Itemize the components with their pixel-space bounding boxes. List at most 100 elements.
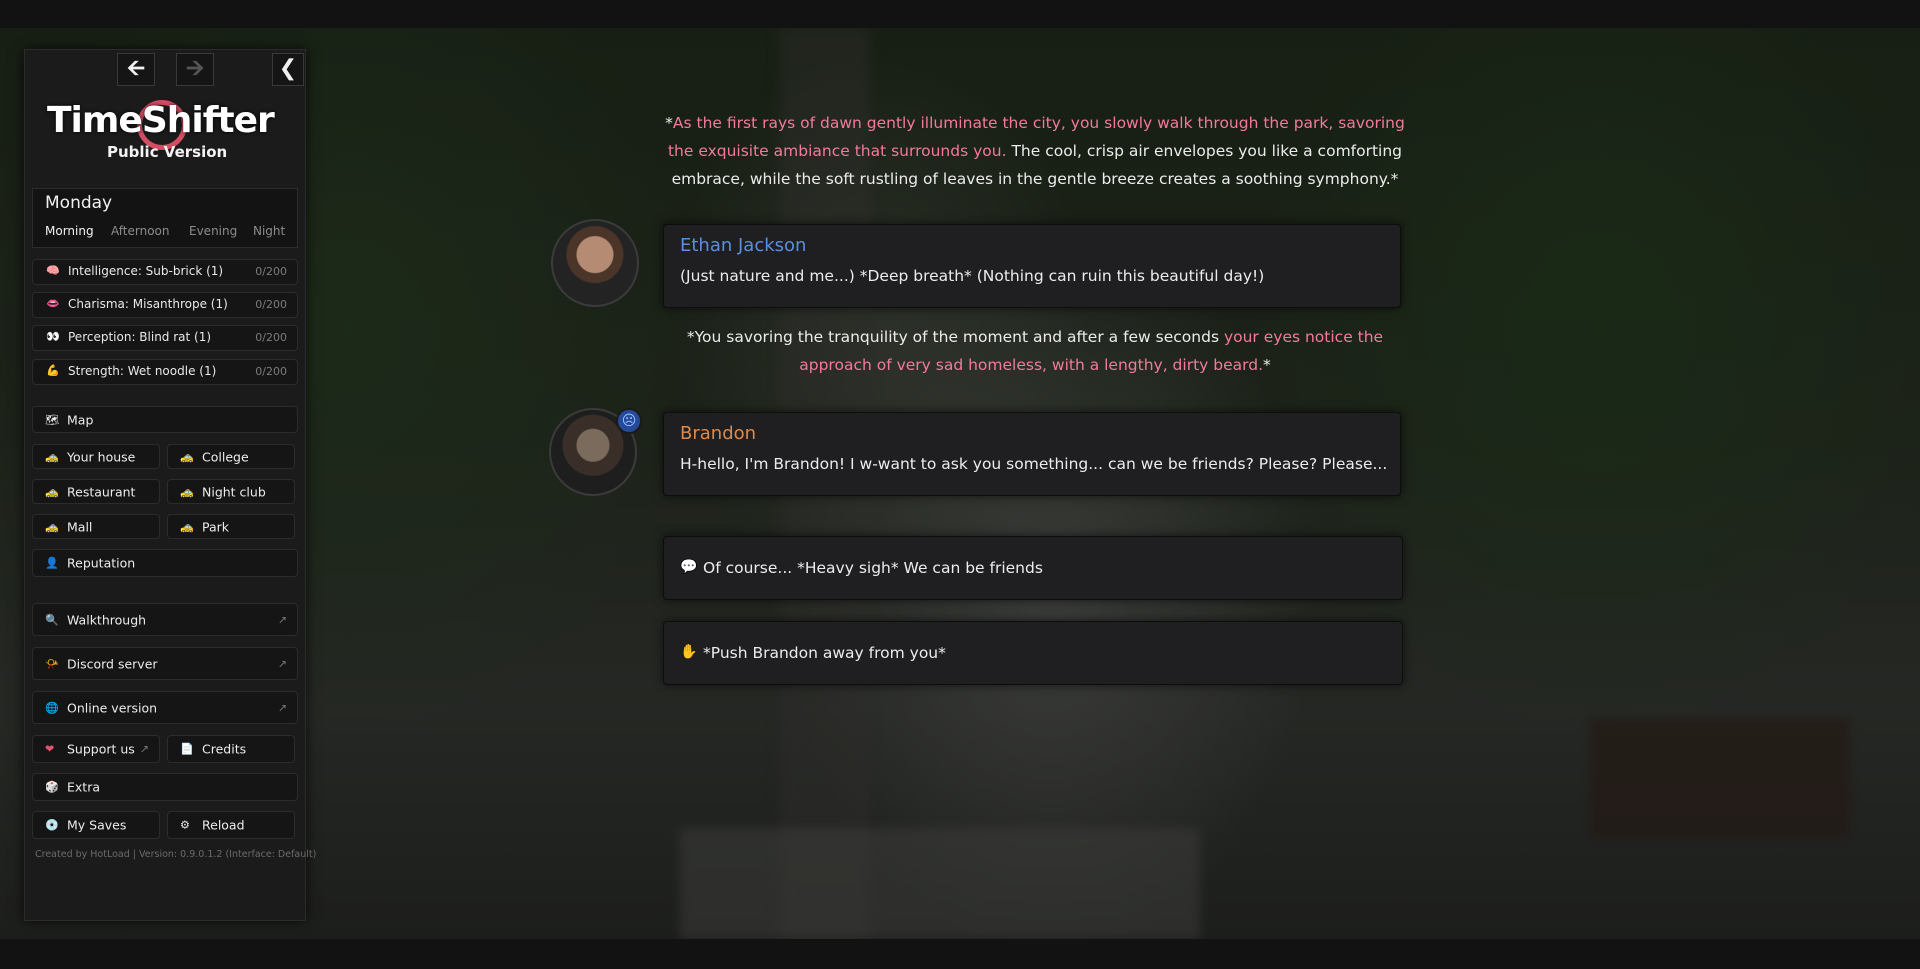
version-footer: Created by HotLoad | Version: 0.9.0.1.2 … xyxy=(35,849,317,860)
magnifier-icon: 🔍 xyxy=(45,613,59,626)
time-evening: Evening xyxy=(189,224,238,238)
my-saves-button[interactable]: 💿 My Saves xyxy=(32,811,160,839)
location-night-club[interactable]: 🚕 Night club xyxy=(167,479,295,504)
location-your-house[interactable]: 🚕 Your house xyxy=(32,444,160,469)
narration-2: *You savoring the tranquility of the mom… xyxy=(660,323,1410,379)
location-restaurant[interactable]: 🚕 Restaurant xyxy=(32,479,160,504)
narration-1: *As the first rays of dawn gently illumi… xyxy=(660,109,1410,193)
back-button[interactable]: 🡨 xyxy=(117,53,155,86)
map-button[interactable]: 🗺 Map xyxy=(32,406,298,433)
taxi-icon: 🚕 xyxy=(180,450,194,463)
stat-value: 0/200 xyxy=(255,298,287,311)
choice-accept-friendship[interactable]: 💬 Of course... *Heavy sigh* We can be fr… xyxy=(663,536,1403,600)
stat-label: Charisma: Misanthrope (1) xyxy=(68,297,228,311)
reputation-label: Reputation xyxy=(67,555,136,571)
person-icon: 👤 xyxy=(45,556,59,570)
map-label: Map xyxy=(67,412,94,427)
speaker-name: Brandon xyxy=(680,423,757,444)
dialog-brandon: Brandon H-hello, I'm Brandon! I w-want t… xyxy=(663,412,1401,496)
flexed-arm-icon: 💪 xyxy=(46,364,60,377)
raised-hand-icon: ✋ xyxy=(680,644,698,660)
forward-button[interactable]: 🡪 xyxy=(176,53,214,86)
sad-face-icon: ☹ xyxy=(616,408,642,434)
support-label: Support us xyxy=(67,741,135,757)
stat-value: 0/200 xyxy=(255,331,287,344)
online-version-link[interactable]: 🌐 Online version ↗ xyxy=(32,691,298,724)
brain-icon: 🧠 xyxy=(46,264,60,277)
taxi-icon: 🚕 xyxy=(45,485,59,498)
reload-label: Reload xyxy=(202,817,245,833)
reload-button[interactable]: ⚙ Reload xyxy=(167,811,295,839)
stat-label: Intelligence: Sub-brick (1) xyxy=(68,264,224,278)
ethan-avatar xyxy=(551,219,639,307)
narration-text: * xyxy=(1263,356,1271,374)
speaker-name: Ethan Jackson xyxy=(680,235,807,256)
heart-icon: ❤ xyxy=(45,742,55,756)
credits-button[interactable]: 📄 Credits xyxy=(167,735,295,763)
extra-button[interactable]: 🎲 Extra xyxy=(32,773,298,801)
taxi-icon: 🚕 xyxy=(180,485,194,498)
document-icon: 📄 xyxy=(180,742,194,756)
time-night: Night xyxy=(253,224,286,238)
external-link-icon: ↗ xyxy=(139,742,149,756)
dialog-text: H-hello, I'm Brandon! I w-want to ask yo… xyxy=(680,455,1388,473)
narration-text: *You savoring the tranquility of the mom… xyxy=(686,328,1224,346)
chevron-left-icon: ❮ xyxy=(278,56,298,81)
sidebar: 🡨 🡪 ❮ TimeShifter Public Version Monday … xyxy=(24,49,316,921)
support-us-link[interactable]: ❤ Support us ↗ xyxy=(32,735,160,763)
stat-intelligence[interactable]: 🧠 Intelligence: Sub-brick (1) 0/200 xyxy=(32,259,298,285)
time-afternoon: Afternoon xyxy=(111,224,170,238)
stat-perception[interactable]: 👀 Perception: Blind rat (1) 0/200 xyxy=(32,325,298,351)
eyes-icon: 👀 xyxy=(46,330,60,343)
collapse-sidebar-button[interactable]: ❮ xyxy=(272,53,304,86)
location-label: Your house xyxy=(67,449,136,464)
location-label: Restaurant xyxy=(67,484,136,499)
stat-strength[interactable]: 💪 Strength: Wet noodle (1) 0/200 xyxy=(32,359,298,385)
taxi-icon: 🚕 xyxy=(45,520,59,533)
stat-label: Perception: Blind rat (1) xyxy=(68,330,212,344)
bottom-bar xyxy=(0,939,1920,969)
game-logo-subtitle: Public Version xyxy=(107,143,228,161)
dice-icon: 🎲 xyxy=(45,780,59,794)
arrow-left-icon: 🡨 xyxy=(127,56,145,81)
disc-icon: 💿 xyxy=(45,818,59,832)
location-college[interactable]: 🚕 College xyxy=(167,444,295,469)
lips-icon: 👄 xyxy=(46,297,60,310)
gear-icon: ⚙ xyxy=(180,818,190,832)
discord-link[interactable]: 📯 Discord server ↗ xyxy=(32,647,298,680)
discord-label: Discord server xyxy=(67,656,158,671)
top-bar xyxy=(0,0,1920,28)
calendar-box: Monday Morning Afternoon Evening Night xyxy=(32,188,298,248)
narration-text: * xyxy=(665,114,673,132)
time-of-day-tabs: Morning Afternoon Evening Night xyxy=(33,224,297,244)
dialog-text: (Just nature and me...) *Deep breath* (N… xyxy=(680,267,1265,285)
external-link-icon: ↗ xyxy=(277,613,287,626)
stat-value: 0/200 xyxy=(255,365,287,378)
stat-charisma[interactable]: 👄 Charisma: Misanthrope (1) 0/200 xyxy=(32,292,298,318)
taxi-icon: 🚕 xyxy=(45,450,59,463)
reputation-button[interactable]: 👤 Reputation xyxy=(32,549,298,577)
location-label: Park xyxy=(202,519,230,534)
external-link-icon: ↗ xyxy=(277,701,287,714)
game-logo-title: TimeShifter xyxy=(47,100,275,141)
location-mall[interactable]: 🚕 Mall xyxy=(32,514,160,539)
extra-label: Extra xyxy=(67,779,100,795)
walkthrough-link[interactable]: 🔍 Walkthrough ↗ xyxy=(32,603,298,636)
online-version-label: Online version xyxy=(67,700,158,715)
speech-bubble-icon: 💬 xyxy=(680,559,698,575)
location-label: College xyxy=(202,449,249,464)
credits-label: Credits xyxy=(202,741,247,757)
choice-text: *Push Brandon away from you* xyxy=(703,644,946,662)
location-park[interactable]: 🚕 Park xyxy=(167,514,295,539)
horn-icon: 📯 xyxy=(45,657,59,670)
globe-icon: 🌐 xyxy=(45,701,59,714)
choice-push-away[interactable]: ✋ *Push Brandon away from you* xyxy=(663,621,1403,685)
taxi-icon: 🚕 xyxy=(180,520,194,533)
day-name: Monday xyxy=(45,193,113,213)
stat-value: 0/200 xyxy=(255,265,287,278)
arrow-right-icon: 🡪 xyxy=(186,56,204,81)
walkthrough-label: Walkthrough xyxy=(67,612,147,627)
map-icon: 🗺 xyxy=(45,413,59,426)
saves-label: My Saves xyxy=(67,817,127,833)
location-label: Mall xyxy=(67,519,93,534)
